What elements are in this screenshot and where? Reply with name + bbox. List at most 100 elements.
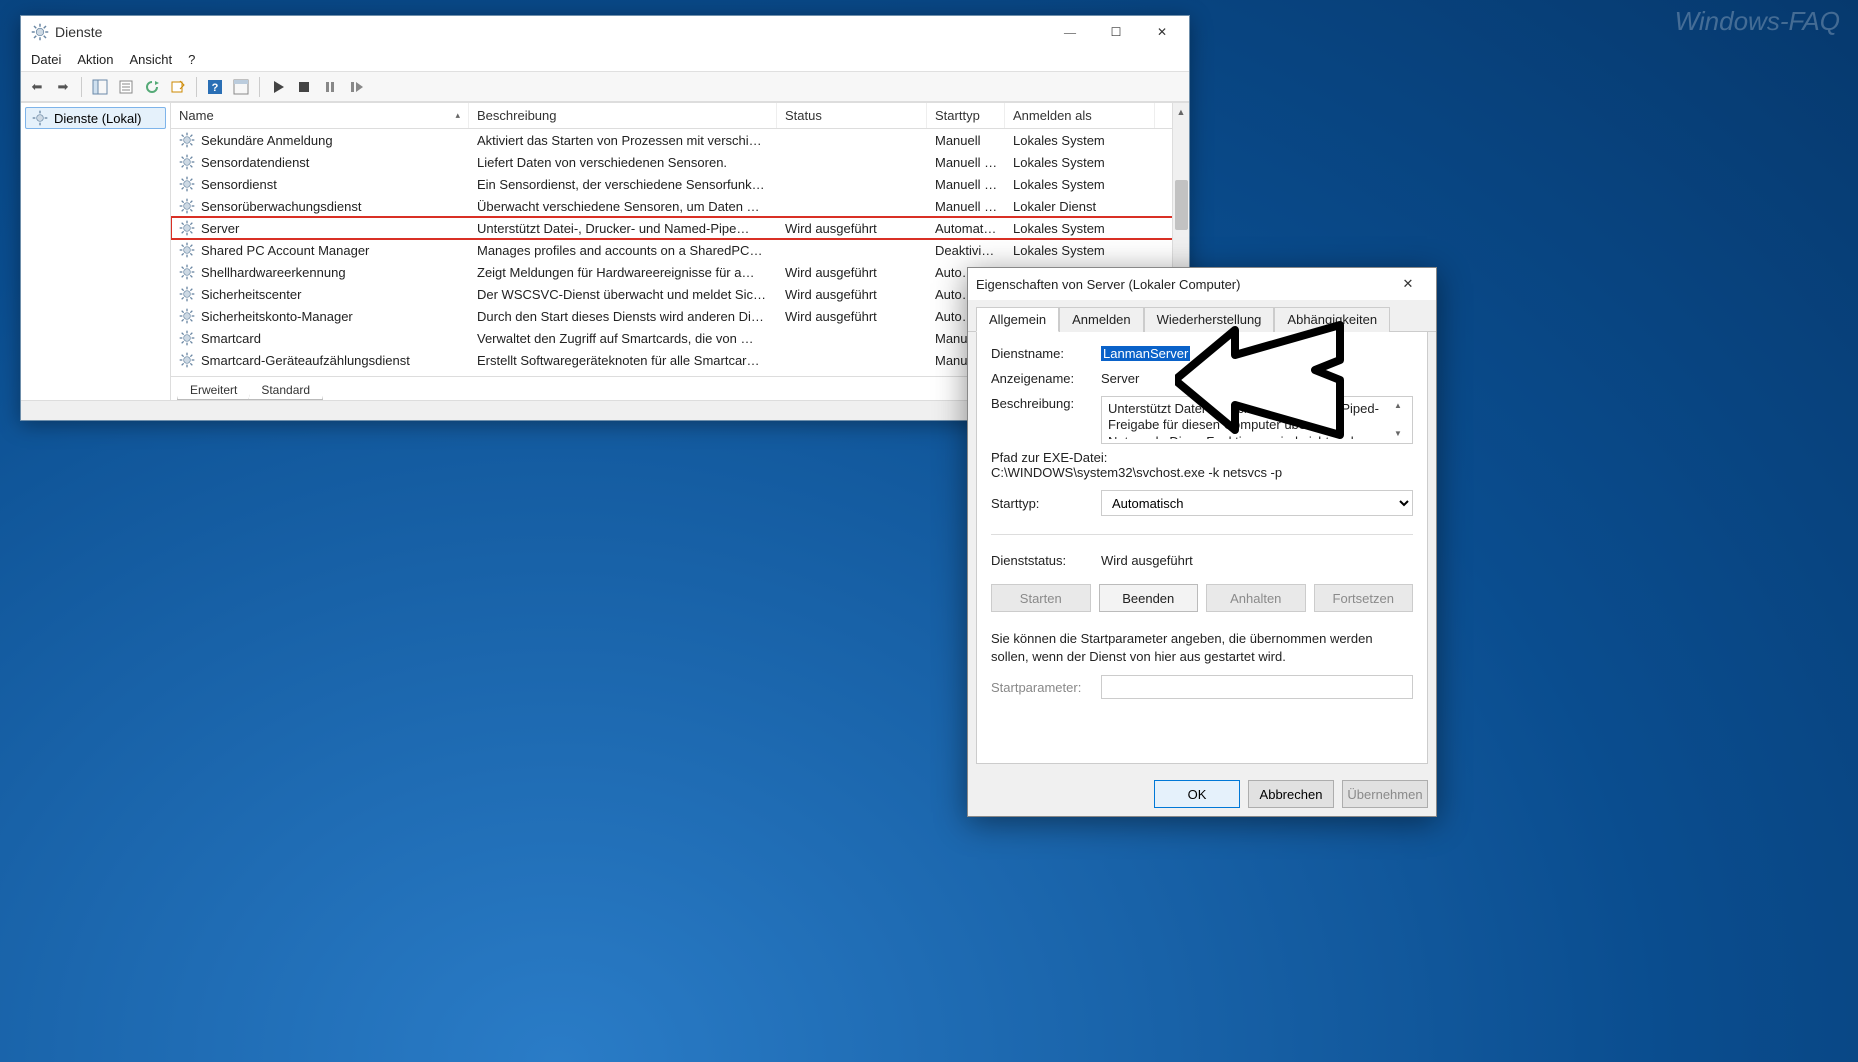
value-service-name[interactable]: LanmanServer xyxy=(1101,346,1190,361)
gear-icon xyxy=(31,23,49,41)
properties-titlebar[interactable]: Eigenschaften von Server (Lokaler Comput… xyxy=(968,268,1436,300)
pause-service-button[interactable] xyxy=(318,75,342,99)
menu-view[interactable]: Ansicht xyxy=(130,52,173,67)
cell-status xyxy=(777,151,927,173)
cell-startup: Manuell … xyxy=(927,173,1005,195)
minimize-button[interactable]: — xyxy=(1047,17,1093,47)
tab-dependencies[interactable]: Abhängigkeiten xyxy=(1274,307,1390,332)
close-button[interactable]: ✕ xyxy=(1388,270,1428,298)
description-box[interactable]: Unterstützt Datei-, Drucker- und Named-P… xyxy=(1101,396,1413,444)
cell-name: Smartcard xyxy=(201,331,261,346)
cell-name: Sicherheitskonto-Manager xyxy=(201,309,353,324)
cell-status xyxy=(777,349,927,371)
cell-name: Smartcard-Geräteaufzählungsdienst xyxy=(201,353,410,368)
label-start-type: Starttyp: xyxy=(991,496,1101,511)
back-button[interactable]: ⬅ xyxy=(25,75,49,99)
label-exe-path: Pfad zur EXE-Datei: xyxy=(991,450,1413,465)
menu-bar: Datei Aktion Ansicht ? xyxy=(21,48,1189,72)
cell-description: Liefert Daten von verschiedenen Sensoren… xyxy=(469,151,777,173)
toolbar: ⬅ ➡ ? xyxy=(21,72,1189,102)
tab-extended[interactable]: Erweitert xyxy=(177,381,250,400)
menu-file[interactable]: Datei xyxy=(31,52,61,67)
filter-button[interactable] xyxy=(229,75,253,99)
tab-recovery[interactable]: Wiederherstellung xyxy=(1144,307,1275,332)
start-service-button[interactable] xyxy=(266,75,290,99)
cell-description: Verwaltet den Zugriff auf Smartcards, di… xyxy=(469,327,777,349)
scroll-down-icon[interactable]: ▼ xyxy=(1394,429,1402,439)
cell-name: Sensordienst xyxy=(201,177,277,192)
stop-button[interactable]: Beenden xyxy=(1099,584,1199,612)
service-row[interactable]: Shared PC Account Manager Manages profile… xyxy=(171,239,1189,261)
cell-startup: Manuell … xyxy=(927,151,1005,173)
service-row[interactable]: SensorüberwachungsdienstÜberwacht versch… xyxy=(171,195,1189,217)
list-header: Name▴ Beschreibung Status Starttyp Anmel… xyxy=(171,103,1189,129)
col-header-logon[interactable]: Anmelden als xyxy=(1005,103,1155,128)
cell-status xyxy=(777,173,927,195)
scroll-thumb[interactable] xyxy=(1175,180,1188,230)
cell-logon: Lokales System xyxy=(1005,217,1155,239)
services-titlebar[interactable]: Dienste — ☐ ✕ xyxy=(21,16,1189,48)
cell-status xyxy=(777,129,927,151)
ok-button[interactable]: OK xyxy=(1154,780,1240,808)
cell-startup: Manuell xyxy=(927,129,1005,151)
close-button[interactable]: ✕ xyxy=(1139,17,1185,47)
cell-startup: Manuell … xyxy=(927,195,1005,217)
cell-status: Wird ausgeführt xyxy=(777,261,927,283)
value-service-status: Wird ausgeführt xyxy=(1101,553,1413,568)
cell-logon: Lokales System xyxy=(1005,173,1155,195)
cell-name: Shared PC Account Manager xyxy=(201,243,369,258)
col-header-status[interactable]: Status xyxy=(777,103,927,128)
col-header-description[interactable]: Beschreibung xyxy=(469,103,777,128)
gear-icon xyxy=(179,264,195,280)
tab-standard[interactable]: Standard xyxy=(248,381,323,400)
cell-name: Sensordatendienst xyxy=(201,155,309,170)
cell-description: Ein Sensordienst, der verschiedene Senso… xyxy=(469,173,777,195)
restart-service-button[interactable] xyxy=(344,75,368,99)
col-header-startup[interactable]: Starttyp xyxy=(927,103,1005,128)
cell-status: Wird ausgeführt xyxy=(777,305,927,327)
tab-logon[interactable]: Anmelden xyxy=(1059,307,1144,332)
service-row[interactable]: Sekundäre AnmeldungAktiviert das Starten… xyxy=(171,129,1189,151)
service-row[interactable]: Sensordienst Ein Sensordienst, der versch… xyxy=(171,173,1189,195)
svg-text:?: ? xyxy=(212,82,219,94)
help-button[interactable]: ? xyxy=(203,75,227,99)
value-exe-path: C:\WINDOWS\system32\svchost.exe -k netsv… xyxy=(991,465,1413,480)
menu-help[interactable]: ? xyxy=(188,52,195,67)
maximize-button[interactable]: ☐ xyxy=(1093,17,1139,47)
cancel-button[interactable]: Abbrechen xyxy=(1248,780,1334,808)
col-header-name[interactable]: Name▴ xyxy=(171,103,469,128)
refresh-button[interactable] xyxy=(140,75,164,99)
show-hide-tree-button[interactable] xyxy=(88,75,112,99)
stop-service-button[interactable] xyxy=(292,75,316,99)
cell-description: Unterstützt Datei-, Drucker- und Named-P… xyxy=(469,217,777,239)
scroll-up-icon[interactable]: ▲ xyxy=(1173,103,1189,120)
cell-description: Manages profiles and accounts on a Share… xyxy=(469,239,777,261)
gear-icon xyxy=(179,330,195,346)
label-display-name: Anzeigename: xyxy=(991,371,1101,386)
cell-startup: Automat… xyxy=(927,217,1005,239)
service-row[interactable]: Sensordatendienst Liefert Daten von versc… xyxy=(171,151,1189,173)
tab-general[interactable]: Allgemein xyxy=(976,307,1059,332)
apply-button: Übernehmen xyxy=(1342,780,1428,808)
label-description: Beschreibung: xyxy=(991,396,1101,411)
service-row[interactable]: ServerUnterstützt Datei-, Drucker- und N… xyxy=(171,217,1189,239)
start-type-select[interactable]: Automatisch xyxy=(1101,490,1413,516)
separator xyxy=(991,534,1413,535)
gear-icon xyxy=(179,352,195,368)
value-display-name: Server xyxy=(1101,371,1413,386)
tree-item-services-local[interactable]: Dienste (Lokal) xyxy=(25,107,166,129)
cell-logon: Lokales System xyxy=(1005,239,1155,261)
resume-button: Fortsetzen xyxy=(1314,584,1414,612)
menu-action[interactable]: Aktion xyxy=(77,52,113,67)
label-service-status: Dienststatus: xyxy=(991,553,1101,568)
tree-item-label: Dienste (Lokal) xyxy=(54,111,141,126)
properties-button[interactable] xyxy=(114,75,138,99)
gear-icon xyxy=(179,286,195,302)
cell-description: Überwacht verschiedene Sensoren, um Date… xyxy=(469,195,777,217)
description-scrollbar[interactable]: ▲▼ xyxy=(1390,401,1406,439)
forward-button[interactable]: ➡ xyxy=(51,75,75,99)
scroll-up-icon[interactable]: ▲ xyxy=(1394,401,1402,411)
export-button[interactable] xyxy=(166,75,190,99)
gear-icon xyxy=(32,110,48,126)
label-service-name: Dienstname: xyxy=(991,346,1101,361)
